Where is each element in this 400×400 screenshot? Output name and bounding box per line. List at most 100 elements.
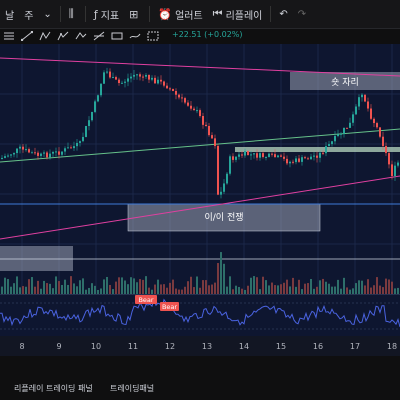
candle-body [310,156,312,160]
x-tick: 12 [164,342,176,351]
candle-body [280,155,282,157]
volume-bar [298,279,300,294]
candle-body [157,79,159,84]
candle-body [97,95,99,102]
replay-trading-panel-tab[interactable]: 리플레이 트레이딩 패널 [14,383,93,394]
timeframe-week-button[interactable]: 주 [19,0,38,28]
candle-body [175,90,177,95]
short-zone-label: 숏 자리 [331,78,359,88]
candle-body [355,106,357,115]
top-toolbar: 날 주 ⌄ ⫼ ƒ 지표 ⊞ ⏰ 얼러트 ⏮ 리플레이 ↶ ↷ [0,0,400,29]
timeframe-dropdown-button[interactable]: ⌄ [38,0,56,28]
candle-body [352,114,354,123]
alert-button[interactable]: ⏰ 얼러트 [153,0,207,28]
line-tool-icon[interactable] [18,28,36,44]
indicators-icon: ƒ [93,7,98,21]
oscillator-panel[interactable]: Bear Bear [0,294,400,337]
timeframe-day-button[interactable]: 날 [0,0,19,28]
zoom-icon[interactable] [144,28,162,44]
volume-bar [1,286,3,294]
candle-body [184,98,186,103]
candle-body [103,72,105,84]
oscillator-line [0,297,400,328]
x-tick: 18 [386,342,398,351]
volume-bar [295,286,297,294]
volume-bar [220,252,222,294]
volume-bar [235,285,237,294]
candle-body [274,154,276,158]
volume-bar [250,277,252,294]
replay-button[interactable]: ⏮ 리플레이 [208,0,268,28]
undo-button[interactable]: ↶ [274,0,292,28]
volume-bar [67,284,69,294]
volume-bar [322,278,324,294]
redo-icon: ↷ [297,8,307,20]
redo-button[interactable]: ↷ [293,0,311,28]
measure-icon[interactable] [108,28,126,44]
candle-body [187,102,189,106]
volume-bar [229,276,231,294]
volume-bar [46,283,48,294]
volume-bar [304,283,306,294]
trendline-upper-pink[interactable] [0,57,400,77]
support-band[interactable] [235,147,400,152]
brush-icon[interactable] [126,28,144,44]
price-chart[interactable]: 숏 자리 이/이 전쟁 [0,44,400,294]
candle-body [325,146,327,154]
pitchfork-icon[interactable] [36,28,54,44]
volume-bar [64,279,66,294]
trading-panel-tab[interactable]: 트레이딩패널 [110,383,154,394]
time-axis[interactable]: 8 9 10 11 12 13 14 15 16 17 18 [0,336,400,356]
volume-bar [49,283,51,294]
volume-bar [196,276,198,294]
volume-bar [343,277,345,294]
volume-bar [73,283,75,294]
text-icon[interactable] [0,28,18,44]
candle-body [46,152,48,158]
candle-body [289,161,291,164]
candle-body [121,82,123,84]
volume-bar [115,281,117,294]
candle-body [226,173,228,184]
volume-bar [187,281,189,294]
candle-body [214,138,216,146]
volume-bar [217,263,219,294]
volume-bar [247,285,249,294]
war-zone-label: 이/이 전쟁 [204,213,244,223]
volume-bar [325,281,327,294]
volume-bar [28,279,30,294]
volume-bar [358,280,360,294]
indicators-button[interactable]: ƒ 지표 [89,0,124,28]
candle-body [343,127,345,134]
candle-body [244,151,246,156]
candle-body [397,162,399,166]
candle-body [304,157,306,159]
replay-icon: ⏮ [212,7,223,20]
volume-bar [385,278,387,294]
volume-bar [106,276,108,294]
candle-body [331,141,333,145]
volume-bar [307,283,309,294]
volume-bar [286,279,288,294]
drawing-toolbar [0,28,170,44]
layouts-button[interactable]: ⊞ [124,0,146,28]
candle-body [394,165,396,177]
candle-body [292,161,294,163]
fib-icon[interactable] [54,28,72,44]
left-zone-box[interactable] [0,246,73,271]
candle-body [43,152,45,154]
candle-body [271,153,273,155]
candle-body [136,74,138,76]
candle-body [367,101,369,109]
candle-body [259,153,261,158]
candle-body [160,79,162,82]
volume-bar [82,278,84,294]
chart-type-button[interactable]: ⫼ [64,0,82,28]
pattern-icon[interactable] [72,28,90,44]
projection-icon[interactable] [90,28,108,44]
candle-body [340,133,342,135]
volume-bar [163,284,165,294]
candle-body [307,158,309,160]
candle-body [133,74,135,77]
volume-bar [271,282,273,294]
